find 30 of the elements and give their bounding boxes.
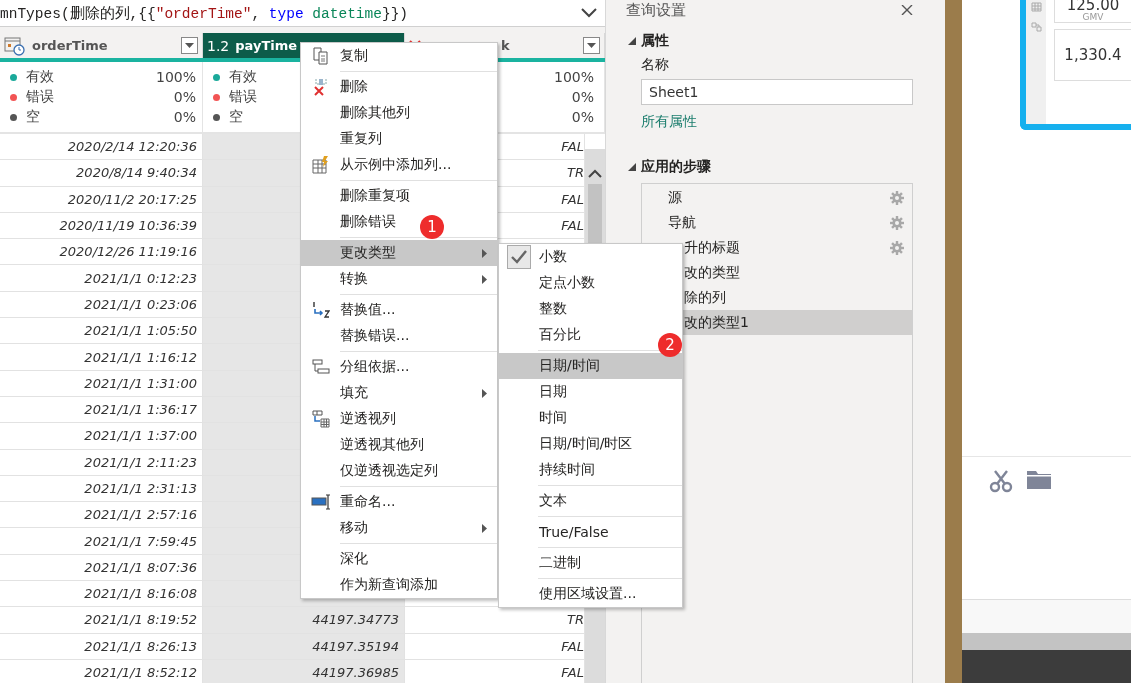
quality-label: 空 bbox=[229, 108, 243, 126]
panel-title: 查询设置 bbox=[626, 0, 686, 20]
quality-label: 错误 bbox=[26, 88, 54, 106]
table-cell: 2021/1/1 8:26:13 bbox=[0, 633, 203, 660]
quality-percent: 0% bbox=[173, 109, 196, 125]
field-label: 名称 bbox=[641, 56, 670, 74]
section-heading: 应用的步骤 bbox=[641, 158, 711, 176]
table-cell: 44197.36985 bbox=[203, 659, 405, 683]
formula-text: mnTypes(删除的列,{{"orderTime", type datetime}}) bbox=[0, 4, 409, 23]
quality-percent: 100% bbox=[155, 69, 196, 85]
quality-label: 有效 bbox=[26, 68, 54, 86]
table-cell: 44197.34773 bbox=[203, 607, 405, 634]
table-cell: 44197.35194 bbox=[203, 633, 405, 660]
kpi-value: 1,330.4 bbox=[1064, 47, 1122, 63]
table-cell: 2021/1/1 2:11:23 bbox=[0, 449, 203, 476]
type-label: 1.2 bbox=[207, 37, 230, 54]
quality-percent: 100% bbox=[553, 69, 594, 85]
quality-label: 空 bbox=[26, 108, 40, 126]
kpi-caption: GMV bbox=[1082, 13, 1104, 22]
quality-percent: 0% bbox=[173, 89, 196, 105]
table-cell: 2020/11/2 20:17:25 bbox=[0, 186, 203, 213]
column-title: orderTime bbox=[32, 38, 108, 53]
column-title: payTime bbox=[235, 38, 298, 53]
table-cell: 2021/1/1 1:31:00 bbox=[0, 370, 203, 397]
section-heading: 属性 bbox=[641, 32, 669, 50]
column-title: k bbox=[501, 38, 510, 53]
quality-label: 有效 bbox=[229, 68, 257, 86]
quality-percent: 0% bbox=[571, 109, 594, 125]
quality-label: 错误 bbox=[229, 88, 257, 106]
quality-percent: 0% bbox=[571, 89, 594, 105]
